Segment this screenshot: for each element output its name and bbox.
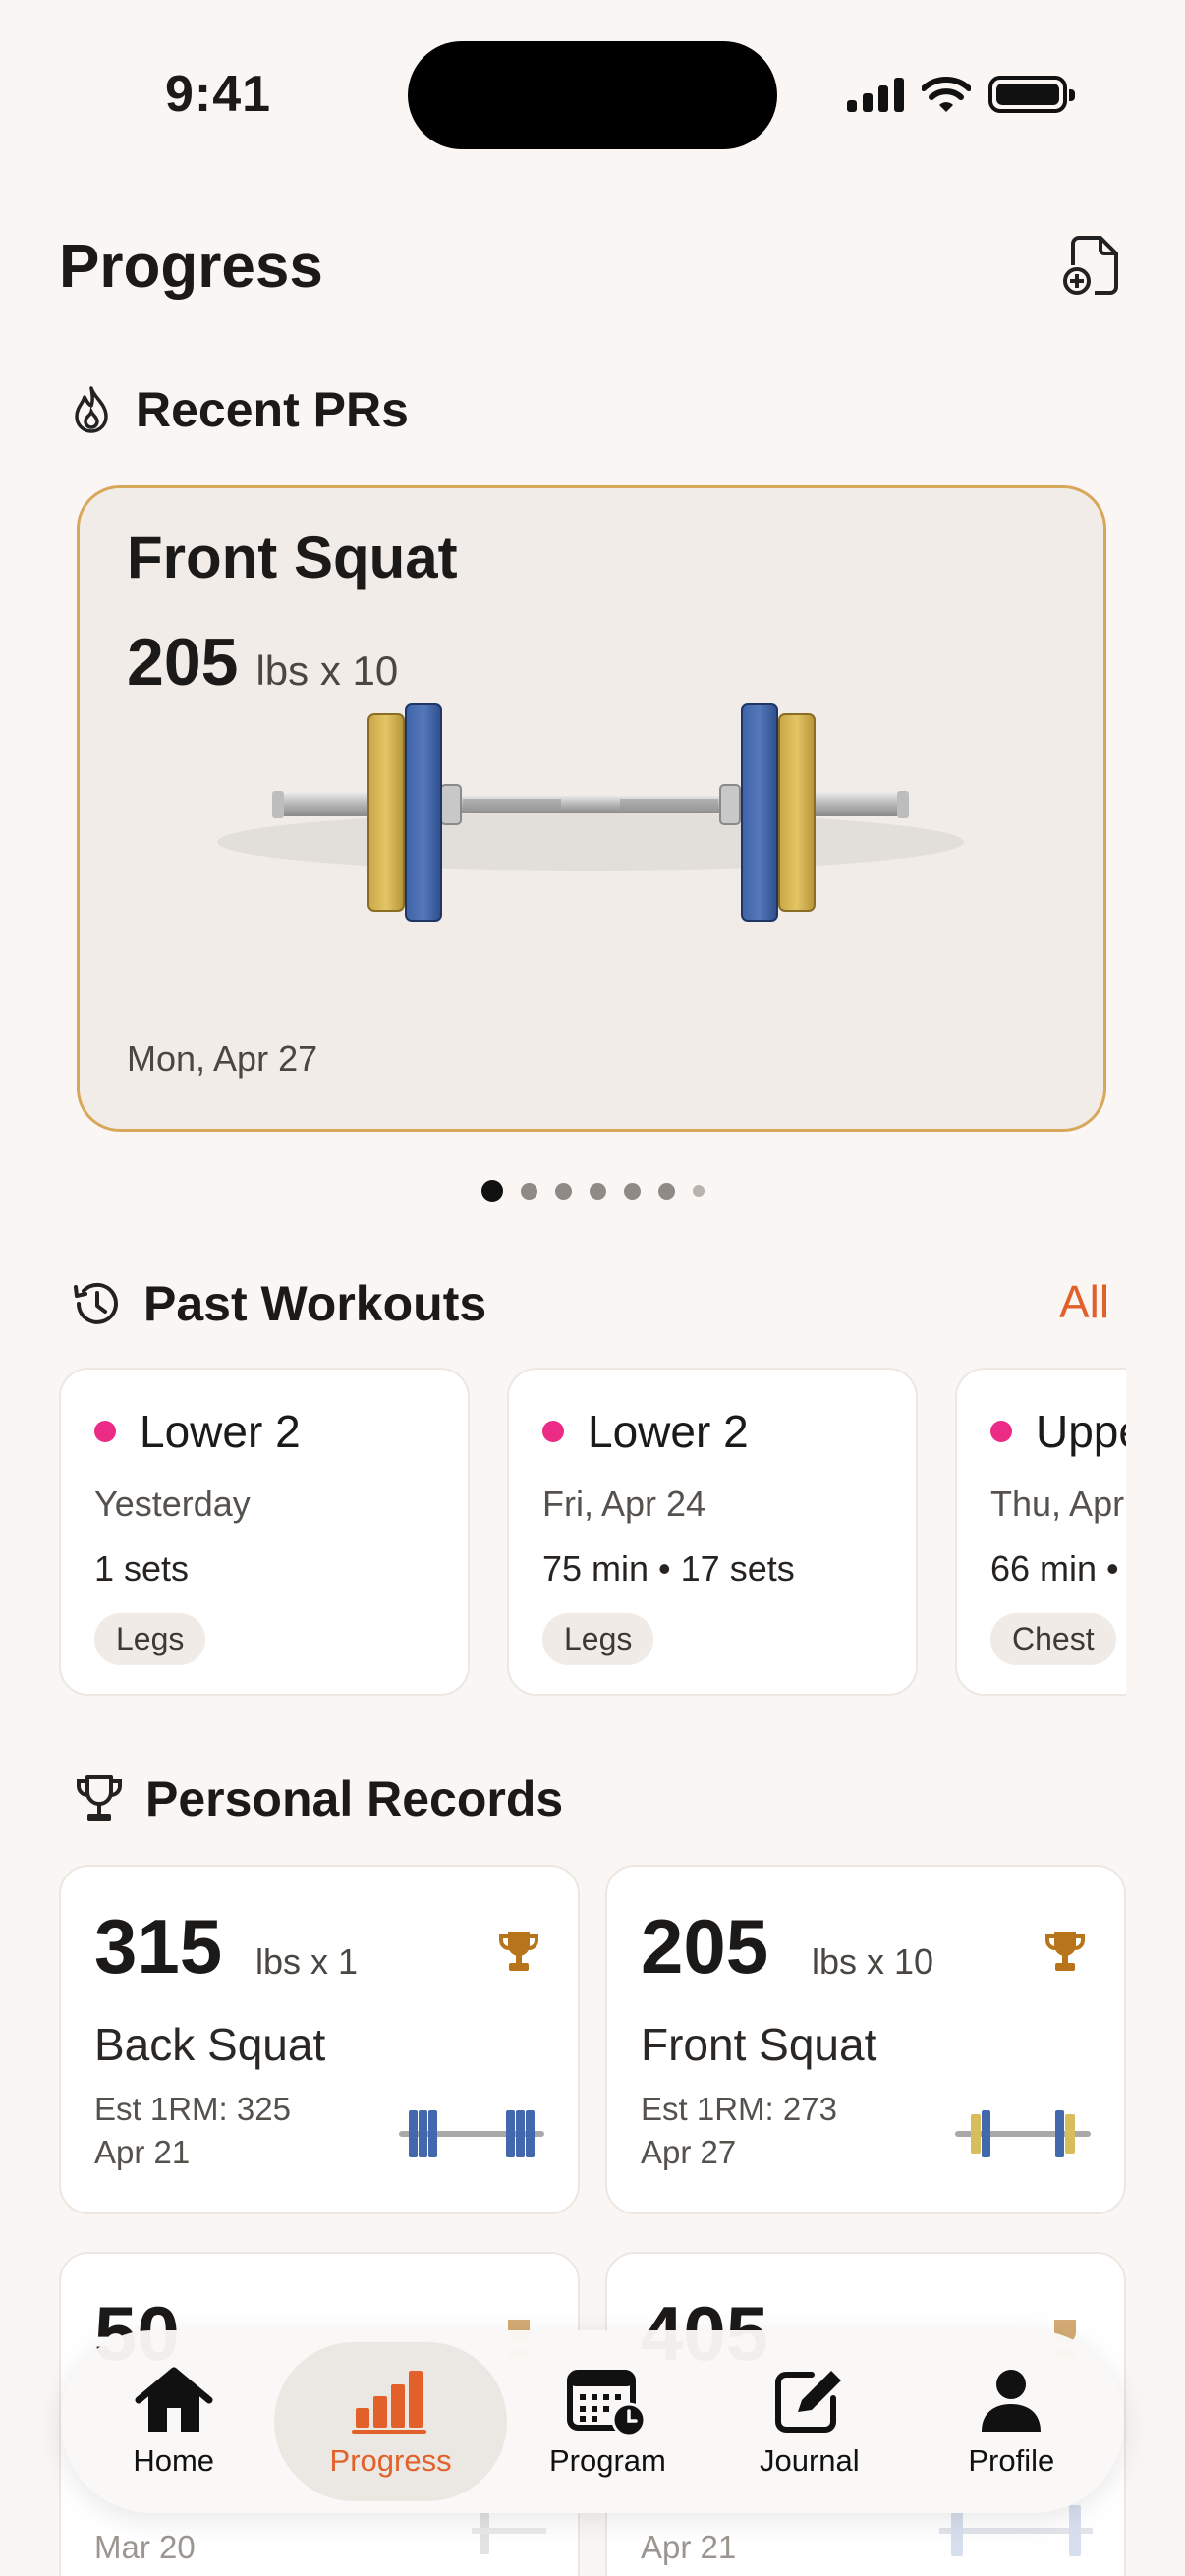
workout-title: Lower 2: [94, 1405, 301, 1458]
workout-tag: Chest: [990, 1613, 1116, 1665]
workout-stats: 75 min • 17 sets: [542, 1548, 795, 1589]
record-weight: 315: [94, 1903, 223, 1989]
page-dot-5[interactable]: [624, 1182, 641, 1200]
past-workouts-title: Past Workouts: [143, 1276, 487, 1331]
page-dot-1[interactable]: [481, 1180, 503, 1202]
status-icons: [847, 73, 1075, 116]
recent-pr-card[interactable]: Front Squat 205 lbs x 10 Mon, Apr 27: [77, 485, 1106, 1132]
status-time: 9:41: [165, 66, 272, 123]
tab-progress[interactable]: Progress: [274, 2342, 507, 2501]
page-dot-2[interactable]: [521, 1182, 537, 1200]
workout-tag: Legs: [542, 1613, 654, 1665]
record-detail: lbs x 1: [255, 1941, 359, 1982]
workout-date: Thu, Apr: [990, 1484, 1125, 1524]
record-date: Apr 27: [641, 2134, 737, 2170]
page-dot-4[interactable]: [590, 1182, 606, 1200]
workout-color-dot: [94, 1421, 116, 1442]
workout-stats: 66 min •: [990, 1548, 1119, 1589]
history-icon: [74, 1282, 118, 1324]
record-detail: lbs x 10: [812, 1941, 934, 1982]
trophy-icon: [499, 1932, 538, 1971]
tab-journal[interactable]: Journal: [708, 2342, 910, 2501]
record-date: Apr 21: [94, 2134, 191, 2170]
record-date: Apr 21: [641, 2529, 737, 2565]
barbell-mini-icon: [955, 2110, 1091, 2157]
personal-records-heading: Personal Records: [75, 1770, 563, 1827]
flame-icon: [75, 386, 108, 433]
tab-label: Home: [133, 2443, 215, 2478]
record-card[interactable]: 205 lbs x 10 Front Squat Est 1RM: 273 Ap…: [605, 1865, 1126, 2214]
wifi-icon: [922, 77, 971, 112]
record-exercise: Back Squat: [94, 2019, 326, 2070]
calendar-clock-icon: [567, 2370, 647, 2436]
barbell-mini-icon: [399, 2110, 544, 2157]
past-workouts-heading: Past Workouts: [69, 1275, 486, 1332]
personal-records-title: Personal Records: [145, 1771, 564, 1826]
page-dot-7[interactable]: [693, 1185, 705, 1197]
page-dot-6[interactable]: [658, 1182, 675, 1200]
recent-prs-heading: Recent PRs: [69, 381, 409, 438]
record-date: Mar 20: [94, 2529, 196, 2565]
tab-label: Profile: [968, 2443, 1055, 2478]
workout-title: Lower 2: [542, 1405, 749, 1458]
battery-icon: [988, 76, 1075, 113]
workout-date: Fri, Apr 24: [542, 1484, 706, 1524]
record-card[interactable]: 315 lbs x 1 Back Squat Est 1RM: 325 Apr …: [59, 1865, 580, 2214]
trophy-outline-icon: [77, 1775, 122, 1821]
document-add-icon: [1063, 236, 1118, 295]
pencil-square-icon: [774, 2371, 841, 2433]
export-button[interactable]: [1061, 232, 1126, 297]
record-weight: 205: [641, 1903, 769, 1989]
bar-chart-icon: [351, 2371, 426, 2434]
recent-prs-title: Recent PRs: [136, 382, 409, 437]
workout-card[interactable]: Lower 2 Fri, Apr 24 75 min • 17 sets Leg…: [507, 1368, 918, 1696]
page-dot-3[interactable]: [555, 1182, 572, 1200]
workout-date: Yesterday: [94, 1484, 251, 1524]
cellular-signal-icon: [847, 77, 904, 112]
tab-label: Program: [548, 2443, 666, 2478]
person-icon: [982, 2370, 1042, 2432]
record-exercise: Front Squat: [641, 2019, 877, 2070]
all-workouts-link[interactable]: All: [1059, 1275, 1109, 1328]
workout-stats: 1 sets: [94, 1548, 190, 1589]
record-est-1rm: Est 1RM: 325: [94, 2091, 291, 2127]
past-workouts-carousel[interactable]: Lower 2 Yesterday 1 sets Legs Lower 2 Fr…: [59, 1368, 1126, 1698]
pr-date: Mon, Apr 27: [127, 1038, 318, 1079]
record-est-1rm: Est 1RM: 273: [641, 2091, 837, 2127]
workout-name: Lower 2: [140, 1406, 301, 1457]
dynamic-island: [408, 41, 777, 149]
pr-exercise-name: Front Squat: [127, 525, 458, 590]
workout-name: Upper: [1036, 1406, 1126, 1457]
tab-bar: Home Progress Program Journal Profile: [61, 2330, 1124, 2513]
workout-card[interactable]: Lower 2 Yesterday 1 sets Legs: [59, 1368, 470, 1696]
trophy-icon: [1045, 1932, 1085, 1971]
tab-label: Progress: [329, 2443, 452, 2478]
workout-color-dot: [990, 1421, 1012, 1442]
workout-card[interactable]: Upper Thu, Apr 66 min • Chest: [955, 1368, 1126, 1696]
barbell-illustration: [217, 703, 964, 922]
house-icon: [135, 2367, 213, 2432]
tab-program[interactable]: Program: [507, 2342, 708, 2501]
workout-title: Upper: [990, 1405, 1126, 1458]
pr-page-indicator[interactable]: [481, 1180, 705, 1202]
tab-profile[interactable]: Profile: [911, 2342, 1112, 2501]
workout-tag: Legs: [94, 1613, 206, 1665]
page-title: Progress: [59, 233, 323, 301]
workout-color-dot: [542, 1421, 564, 1442]
workout-name: Lower 2: [588, 1406, 749, 1457]
tab-label: Journal: [760, 2443, 860, 2478]
tab-home[interactable]: Home: [73, 2342, 274, 2501]
